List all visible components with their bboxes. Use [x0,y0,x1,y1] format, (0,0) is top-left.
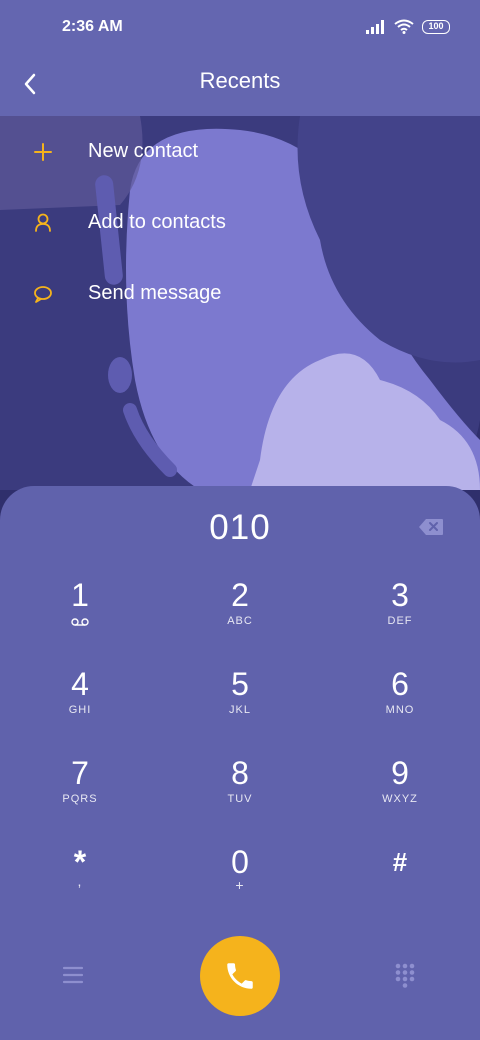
key-2[interactable]: 2 ABC [180,576,300,656]
key-digit: 0 [231,844,249,880]
key-4[interactable]: 4 GHI [20,665,140,745]
status-icons: 100 [366,19,450,34]
key-letters: TUV [227,793,253,805]
key-3[interactable]: 3 DEF [340,576,460,656]
key-letters: GHI [68,704,92,716]
header: Recents [0,56,480,112]
key-7[interactable]: 7 PQRS [20,754,140,834]
key-digit: 9 [391,755,409,791]
dialpad-icon[interactable] [394,962,416,988]
add-to-contacts-item[interactable]: Add to contacts [0,187,480,258]
key-digit: 8 [231,755,249,791]
person-icon [32,212,54,234]
recents-options-menu: New contact Add to contacts Send message [0,116,480,329]
menu-icon[interactable] [60,964,86,986]
key-letters: PQRS [62,793,98,805]
key-letters: WXYZ [382,793,418,805]
page-title: Recents [199,68,281,93]
phone-icon [227,963,253,989]
wifi-icon [394,19,414,34]
key-letters: MNO [385,704,415,716]
plus-icon [32,141,54,163]
key-letters: , [77,873,83,889]
voicemail-icon [71,618,89,626]
key-letters: ABC [227,615,253,627]
key-digit: # [392,847,408,877]
key-1[interactable]: 1 [20,576,140,656]
backspace-icon[interactable] [418,518,444,536]
key-9[interactable]: 9 WXYZ [340,754,460,834]
key-digit: 2 [231,577,249,613]
menu-item-label: Add to contacts [88,211,226,233]
call-button[interactable] [200,936,280,1016]
key-digit: 7 [71,755,89,791]
status-time: 2:36 AM [62,18,123,35]
dialer-bottom-bar [0,936,480,1016]
key-digit: 4 [71,666,89,702]
key-5[interactable]: 5 JKL [180,665,300,745]
key-hash[interactable]: # [340,843,460,923]
key-8[interactable]: 8 TUV [180,754,300,834]
key-digit: 1 [71,577,89,613]
dialer-panel: 010 1 2 ABC 3 DEF 4 GHI 5 JKL 6 MNO 7 PQ… [0,486,480,1040]
send-message-item[interactable]: Send message [0,258,480,329]
key-digit: 3 [391,577,409,613]
menu-item-label: New contact [88,140,199,162]
key-letters: DEF [387,615,413,627]
menu-item-label: Send message [88,282,222,304]
key-6[interactable]: 6 MNO [340,665,460,745]
dialed-number: 010 [209,508,271,547]
chat-bubble-icon [32,283,54,305]
signal-icon [366,19,384,34]
new-contact-item[interactable]: New contact [0,116,480,187]
key-star[interactable]: * , [20,843,140,923]
status-bar: 2:36 AM 100 [0,0,480,56]
key-digit: 5 [231,666,249,702]
key-letters: + [235,877,245,893]
battery-indicator: 100 [422,19,450,34]
key-0[interactable]: 0 + [180,843,300,923]
key-letters: JKL [229,704,251,716]
key-digit: 6 [391,666,409,702]
